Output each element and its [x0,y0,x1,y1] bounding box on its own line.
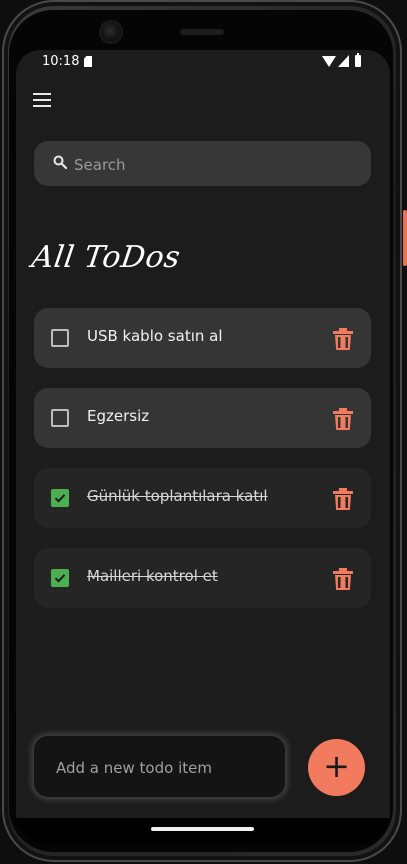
search-input[interactable] [72,141,366,188]
delete-todo-button[interactable] [332,567,354,591]
todo-checkbox-checked[interactable] [51,569,69,587]
front-camera [101,22,121,42]
todo-checkbox[interactable] [51,329,69,347]
page-title: All ToDos [29,240,183,275]
checkmark-icon [54,494,66,503]
earpiece-speaker [180,29,224,35]
todo-item[interactable]: Egzersiz [34,388,371,448]
todo-item[interactable]: Mailleri kontrol et [34,548,371,608]
checkmark-icon [54,574,66,583]
search-icon [53,155,67,169]
new-todo-input[interactable] [54,736,278,799]
sim-card-icon [84,56,92,67]
cell-signal-icon [338,55,349,67]
phone-side-button [403,210,407,266]
status-time: 10:18 [42,54,80,69]
search-bar [34,141,371,188]
todo-checkbox-checked[interactable] [51,489,69,507]
todo-text: Mailleri kontrol et [87,567,218,585]
hamburger-menu-icon[interactable] [33,93,51,107]
todo-checkbox[interactable] [51,409,69,427]
todo-text: USB kablo satın al [87,327,223,345]
new-todo-field-container [34,736,285,799]
delete-todo-button[interactable] [332,327,354,351]
todo-item[interactable]: Günlük toplantılara katıl [34,468,371,528]
delete-todo-button[interactable] [332,487,354,511]
battery-icon [355,53,361,67]
system-navigation-bar [16,818,390,844]
todo-text: Günlük toplantılara katıl [87,487,268,505]
wifi-icon [322,56,336,67]
delete-todo-button[interactable] [332,407,354,431]
todo-item[interactable]: USB kablo satın al [34,308,371,368]
status-bar: 10:18 [16,50,390,76]
todo-text: Egzersiz [87,407,150,425]
app-screen: 10:18 All ToDos USB kablo satın al [16,50,390,844]
add-todo-button[interactable]: + [308,739,365,796]
home-gesture-pill[interactable] [151,827,254,831]
